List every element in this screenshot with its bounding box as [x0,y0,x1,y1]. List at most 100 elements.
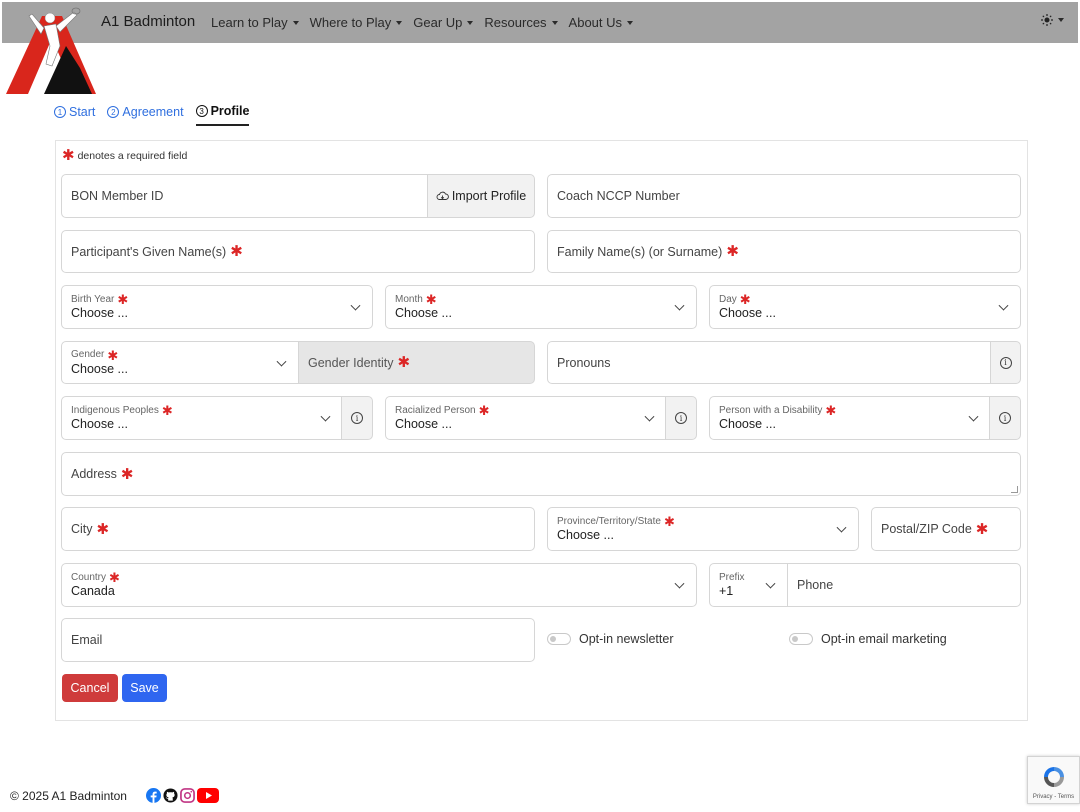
facebook-icon[interactable] [146,788,161,803]
disability-select[interactable]: Person with a Disability ✱ Choose ... [709,396,990,440]
step-label: Agreement [122,105,184,119]
field-placeholder: Address [71,467,117,481]
nav-menu: Learn to Play Where to Play Gear Up Reso… [211,15,644,30]
recaptcha-badge[interactable]: Privacy - Terms [1027,756,1080,804]
required-note: ✱ denotes a required field [62,148,187,163]
postal-code-input[interactable]: Postal/ZIP Code ✱ [871,507,1021,551]
brand-name[interactable]: A1 Badminton [101,13,195,30]
recaptcha-links[interactable]: Privacy - Terms [1033,794,1074,800]
resize-handle-icon[interactable] [1011,486,1018,493]
github-icon[interactable] [163,788,178,803]
label-text: Gender [71,349,105,360]
select-label: Racialized Person ✱ [395,404,493,417]
a1-badminton-logo[interactable] [4,6,98,96]
caret-down-icon [627,20,634,25]
newsletter-toggle[interactable]: Opt-in newsletter [547,632,673,646]
select-label: Prefix [719,571,745,583]
country-select[interactable]: Country ✱ Canada [61,563,697,607]
required-asterisk-icon: ✱ [117,292,129,307]
select-label: Province/Territory/State ✱ [557,515,678,528]
youtube-icon[interactable] [197,788,219,803]
select-label: Gender ✱ [71,349,121,362]
step-number: 2 [107,106,120,118]
address-textarea[interactable]: Address ✱ [61,452,1021,496]
label-text: Province/Territory/State [557,515,661,527]
province-select[interactable]: Province/Territory/State ✱ Choose ... [547,507,859,551]
nav-where-to-play[interactable]: Where to Play [310,15,403,30]
nav-label: Resources [484,15,547,30]
cancel-button[interactable]: Cancel [62,674,118,702]
chevron-down-icon [644,411,655,422]
label-text: Indigenous Peoples [71,404,159,416]
import-profile-label: Import Profile [451,189,527,203]
chevron-down-icon [968,411,979,422]
select-label: Person with a Disability ✱ [719,404,839,417]
indigenous-peoples-select[interactable]: Indigenous Peoples ✱ Choose ... [61,396,342,440]
label-text: Birth Year [71,293,115,305]
chevron-down-icon [350,300,361,311]
racialized-info-button[interactable]: i [665,396,697,440]
theme-toggle[interactable] [1041,14,1064,26]
field-placeholder: Gender Identity [308,355,394,370]
racialized-person-select[interactable]: Racialized Person ✱ Choose ... [385,396,666,440]
day-select[interactable]: Day ✱ Choose ... [709,285,1021,329]
gender-select[interactable]: Gender ✱ Choose ... [61,341,299,384]
month-select[interactable]: Month ✱ Choose ... [385,285,697,329]
field-placeholder: Email [71,633,103,647]
toggle-switch[interactable] [547,633,571,645]
nav-resources[interactable]: Resources [484,15,558,30]
required-asterisk-icon: ✱ [663,514,675,529]
disability-info-button[interactable]: i [989,396,1021,440]
phone-input[interactable]: Phone [787,563,1021,607]
select-value: Choose ... [71,306,128,320]
label-text: Month [395,293,423,305]
family-name-input[interactable]: Family Name(s) (or Surname) ✱ [547,230,1021,273]
nav-about-us[interactable]: About Us [569,15,634,30]
city-input[interactable]: City ✱ [61,507,535,551]
chevron-down-icon [836,522,847,533]
import-profile-button[interactable]: Import Profile [427,174,535,218]
caret-down-icon [551,20,558,25]
required-asterisk-icon: ✱ [726,243,739,260]
info-icon: i [675,412,687,424]
select-value: Choose ... [557,528,614,542]
field-placeholder: Pronouns [557,355,611,370]
given-name-input[interactable]: Participant's Given Name(s) ✱ [61,230,535,273]
info-icon: i [999,412,1011,424]
nav-gear-up[interactable]: Gear Up [413,15,474,30]
email-input[interactable]: Email [61,618,535,662]
phone-prefix-select[interactable]: Prefix +1 [709,563,788,607]
nav-label: Where to Play [309,15,392,30]
select-value: Choose ... [395,306,452,320]
toggle-switch[interactable] [789,633,813,645]
field-placeholder: BON Member ID [71,189,164,203]
email-marketing-toggle[interactable]: Opt-in email marketing [789,632,947,646]
step-start[interactable]: 1 Start [54,104,95,126]
save-button[interactable]: Save [122,674,167,702]
step-profile[interactable]: 3 Profile [195,104,250,126]
step-number: 1 [54,106,66,118]
bon-member-id-input[interactable]: BON Member ID [61,174,428,218]
indigenous-info-button[interactable]: i [341,396,373,440]
pronouns-info-button[interactable]: i [990,341,1021,384]
required-asterisk-icon: ✱ [397,354,411,371]
field-placeholder: Phone [797,578,834,592]
field-placeholder: City [71,522,93,536]
step-agreement[interactable]: 2 Agreement [107,104,184,126]
caret-down-icon [467,20,474,25]
info-icon: i [999,356,1012,369]
nav-learn-to-play[interactable]: Learn to Play [211,15,299,30]
caret-down-icon [292,20,299,25]
recaptcha-icon [1043,767,1064,787]
select-value: +1 [719,583,734,598]
coach-nccp-input[interactable]: Coach NCCP Number [547,174,1021,218]
select-label: Indigenous Peoples ✱ [71,404,176,417]
label-text: Person with a Disability [719,404,823,416]
birth-year-select[interactable]: Birth Year ✱ Choose ... [61,285,373,329]
select-label: Country ✱ [71,571,123,584]
instagram-icon[interactable] [180,788,195,803]
field-placeholder: Postal/ZIP Code [881,522,972,536]
label-text: Country [71,571,107,583]
select-value: Choose ... [71,417,128,431]
pronouns-input[interactable]: Pronouns [547,341,991,384]
